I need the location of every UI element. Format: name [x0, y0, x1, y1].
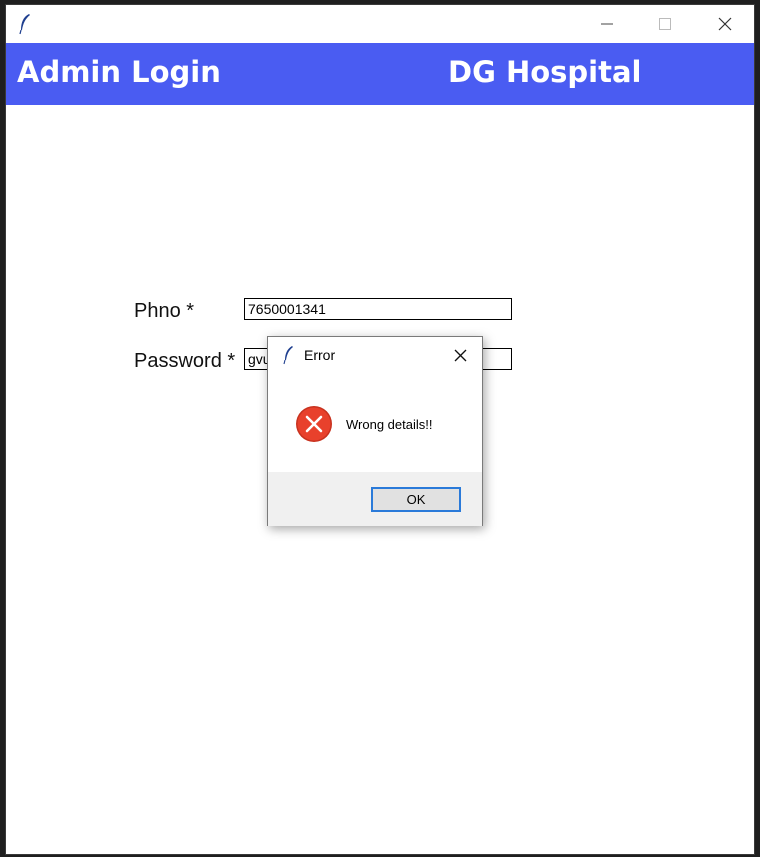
error-dialog: Error Wrong details!! OK — [267, 336, 483, 526]
hospital-name: DG Hospital — [448, 55, 642, 89]
header-banner: Admin Login DG Hospital — [6, 43, 754, 105]
window-titlebar — [6, 5, 754, 43]
close-icon — [718, 17, 732, 31]
feather-icon — [19, 14, 30, 35]
close-button[interactable] — [696, 5, 754, 43]
ok-button[interactable]: OK — [371, 487, 461, 512]
page-title: Admin Login — [17, 55, 221, 89]
minimize-icon — [601, 23, 613, 25]
dialog-title: Error — [304, 347, 336, 363]
maximize-icon — [659, 18, 671, 30]
maximize-button[interactable] — [636, 5, 694, 43]
error-icon — [296, 406, 332, 442]
password-label: Password * — [134, 350, 236, 372]
phno-input[interactable]: 7650001341 — [244, 298, 512, 320]
close-icon — [454, 349, 466, 361]
dialog-message: Wrong details!! — [346, 417, 433, 432]
minimize-button[interactable] — [578, 5, 636, 43]
dialog-close-button[interactable] — [448, 343, 472, 367]
feather-icon — [283, 346, 293, 365]
phno-label: Phno * — [134, 300, 195, 322]
dialog-footer: OK — [268, 472, 482, 526]
